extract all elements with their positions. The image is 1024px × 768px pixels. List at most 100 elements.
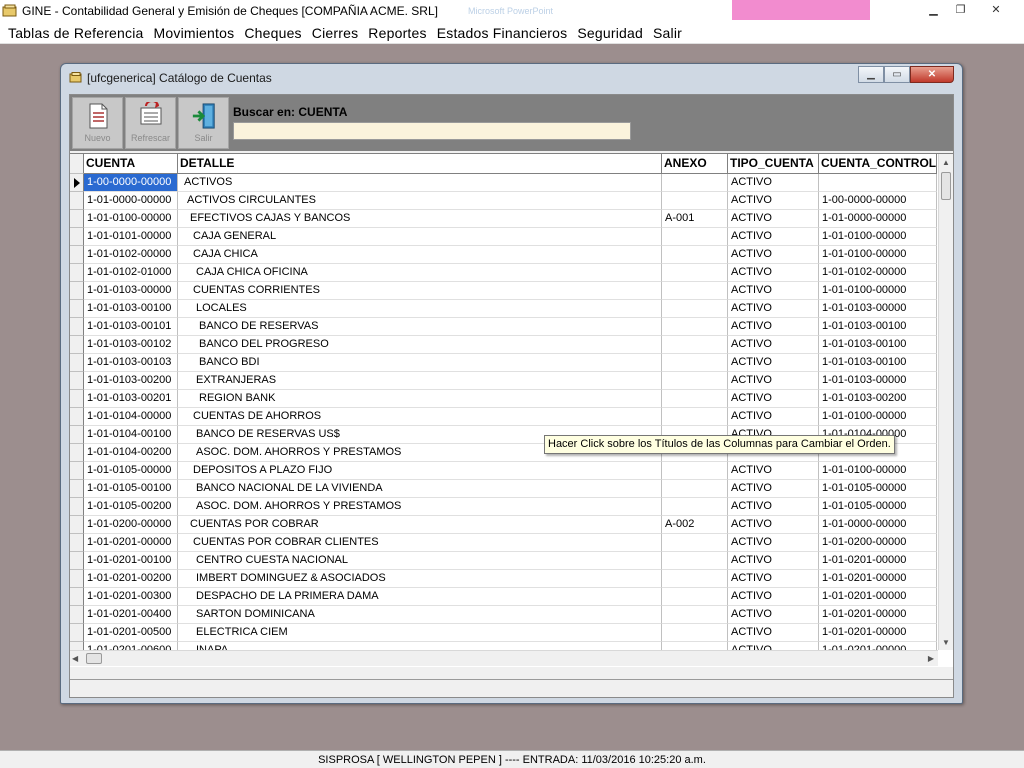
search-input[interactable] xyxy=(233,122,631,140)
column-header-tipo-cuenta[interactable]: TIPO_CUENTA xyxy=(728,154,819,174)
table-row[interactable]: 1-01-0201-00400 SARTON DOMINICANA ACTIVO 1-… xyxy=(70,606,937,624)
cell-tipo-cuenta[interactable]: ACTIVO xyxy=(728,246,819,264)
cell-cuenta[interactable]: 1-01-0103-00103 xyxy=(84,354,178,372)
cell-tipo-cuenta[interactable]: ACTIVO xyxy=(728,588,819,606)
cell-detalle[interactable]: ASOC. DOM. AHORROS Y PRESTAMOS xyxy=(178,498,662,516)
cell-anexo[interactable] xyxy=(662,606,728,624)
cell-anexo[interactable]: A-002 xyxy=(662,516,728,534)
cell-detalle[interactable]: IMBERT DOMINGUEZ & ASOCIADOS xyxy=(178,570,662,588)
cell-tipo-cuenta[interactable]: ACTIVO xyxy=(728,552,819,570)
cell-anexo[interactable] xyxy=(662,282,728,300)
cell-detalle[interactable]: CAJA GENERAL xyxy=(178,228,662,246)
cell-cuenta[interactable]: 1-01-0103-00100 xyxy=(84,300,178,318)
cell-detalle[interactable]: EXTRANJERAS xyxy=(178,372,662,390)
row-indicator[interactable] xyxy=(70,192,84,210)
cell-tipo-cuenta[interactable]: ACTIVO xyxy=(728,210,819,228)
cell-cuenta[interactable]: 1-01-0201-00300 xyxy=(84,588,178,606)
row-indicator[interactable] xyxy=(70,606,84,624)
table-row[interactable]: 1-01-0103-00102 BANCO DEL PROGRESO ACTIVO 1… xyxy=(70,336,937,354)
cell-anexo[interactable] xyxy=(662,174,728,192)
table-row[interactable]: 1-01-0201-00100 CENTRO CUESTA NACIONAL ACT… xyxy=(70,552,937,570)
cell-anexo[interactable] xyxy=(662,534,728,552)
table-row[interactable]: 1-01-0103-00201 REGION BANK ACTIVO 1-01-010… xyxy=(70,390,937,408)
cell-anexo[interactable] xyxy=(662,624,728,642)
cell-anexo[interactable] xyxy=(662,480,728,498)
cell-anexo[interactable] xyxy=(662,462,728,480)
cell-tipo-cuenta[interactable]: ACTIVO xyxy=(728,606,819,624)
table-row[interactable]: 1-01-0105-00100 BANCO NACIONAL DE LA VIVI… xyxy=(70,480,937,498)
row-indicator[interactable] xyxy=(70,534,84,552)
cell-cuenta[interactable]: 1-01-0103-00200 xyxy=(84,372,178,390)
menu-cheques[interactable]: Cheques xyxy=(244,25,301,41)
cell-tipo-cuenta[interactable]: ACTIVO xyxy=(728,570,819,588)
app-close-button[interactable]: ✕ xyxy=(974,1,1018,18)
child-close-button[interactable]: ✕ xyxy=(910,66,954,83)
cell-cuenta[interactable]: 1-01-0200-00000 xyxy=(84,516,178,534)
table-row[interactable]: 1-01-0103-00101 BANCO DE RESERVAS ACTIVO 1-… xyxy=(70,318,937,336)
cell-detalle[interactable]: REGION BANK xyxy=(178,390,662,408)
cell-cuenta-control[interactable]: 1-01-0100-00000 xyxy=(819,246,937,264)
cell-anexo[interactable] xyxy=(662,498,728,516)
cell-anexo[interactable] xyxy=(662,192,728,210)
cell-detalle[interactable]: BANCO DEL PROGRESO xyxy=(178,336,662,354)
scroll-up-arrow-icon[interactable]: ▲ xyxy=(939,154,953,170)
child-restore-button[interactable]: ▭ xyxy=(884,66,910,83)
cell-cuenta[interactable]: 1-01-0105-00100 xyxy=(84,480,178,498)
cell-detalle[interactable]: LOCALES xyxy=(178,300,662,318)
cell-tipo-cuenta[interactable]: ACTIVO xyxy=(728,480,819,498)
cell-cuenta-control[interactable]: 1-01-0103-00000 xyxy=(819,300,937,318)
cell-cuenta-control[interactable]: 1-01-0200-00000 xyxy=(819,534,937,552)
cell-detalle[interactable]: CUENTAS CORRIENTES xyxy=(178,282,662,300)
cell-cuenta-control[interactable]: 1-01-0105-00000 xyxy=(819,480,937,498)
cell-tipo-cuenta[interactable]: ACTIVO xyxy=(728,174,819,192)
cell-detalle[interactable]: CENTRO CUESTA NACIONAL xyxy=(178,552,662,570)
nuevo-button[interactable]: Nuevo xyxy=(72,97,123,149)
cell-cuenta[interactable]: 1-01-0102-00000 xyxy=(84,246,178,264)
cell-tipo-cuenta[interactable]: ACTIVO xyxy=(728,282,819,300)
cell-anexo[interactable] xyxy=(662,228,728,246)
row-indicator[interactable] xyxy=(70,228,84,246)
vertical-scroll-thumb[interactable] xyxy=(941,172,951,200)
cell-cuenta-control[interactable]: 1-01-0100-00000 xyxy=(819,408,937,426)
cell-cuenta-control[interactable]: 1-01-0201-00000 xyxy=(819,588,937,606)
table-row[interactable]: 1-01-0102-00000 CAJA CHICA ACTIVO 1-01-0100… xyxy=(70,246,937,264)
cell-detalle[interactable]: BANCO DE RESERVAS xyxy=(178,318,662,336)
cell-detalle[interactable]: BANCO BDI xyxy=(178,354,662,372)
cell-tipo-cuenta[interactable]: ACTIVO xyxy=(728,372,819,390)
cell-cuenta-control[interactable]: 1-01-0100-00000 xyxy=(819,282,937,300)
table-row[interactable]: 1-01-0201-00000 CUENTAS POR COBRAR CLIENT… xyxy=(70,534,937,552)
row-indicator[interactable] xyxy=(70,570,84,588)
menu-seguridad[interactable]: Seguridad xyxy=(577,25,643,41)
cell-cuenta[interactable]: 1-01-0104-00100 xyxy=(84,426,178,444)
cell-anexo[interactable] xyxy=(662,588,728,606)
cell-tipo-cuenta[interactable]: ACTIVO xyxy=(728,624,819,642)
cell-cuenta-control[interactable]: 1-00-0000-00000 xyxy=(819,192,937,210)
salir-button[interactable]: Salir xyxy=(178,97,229,149)
cell-cuenta[interactable]: 1-01-0105-00200 xyxy=(84,498,178,516)
menu-cierres[interactable]: Cierres xyxy=(312,25,359,41)
current-row-indicator-icon[interactable] xyxy=(70,174,84,192)
cell-cuenta[interactable]: 1-01-0103-00201 xyxy=(84,390,178,408)
cell-cuenta-control[interactable]: 1-01-0103-00000 xyxy=(819,372,937,390)
row-indicator[interactable] xyxy=(70,354,84,372)
app-minimize-button[interactable]: ▁ xyxy=(920,1,947,18)
cell-cuenta-control[interactable]: 1-01-0103-00100 xyxy=(819,336,937,354)
cell-anexo[interactable] xyxy=(662,264,728,282)
table-row[interactable]: 1-01-0102-01000 CAJA CHICA OFICINA ACTIVO 1… xyxy=(70,264,937,282)
cell-anexo[interactable] xyxy=(662,318,728,336)
cell-tipo-cuenta[interactable]: ACTIVO xyxy=(728,354,819,372)
cell-cuenta[interactable]: 1-01-0103-00101 xyxy=(84,318,178,336)
cell-detalle[interactable]: DEPOSITOS A PLAZO FIJO xyxy=(178,462,662,480)
cell-cuenta-control[interactable]: 1-01-0103-00200 xyxy=(819,390,937,408)
cell-cuenta[interactable]: 1-01-0103-00102 xyxy=(84,336,178,354)
cell-cuenta[interactable]: 1-01-0201-00500 xyxy=(84,624,178,642)
cell-cuenta[interactable]: 1-01-0104-00200 xyxy=(84,444,178,462)
cell-cuenta-control[interactable]: 1-01-0102-00000 xyxy=(819,264,937,282)
menu-movimientos[interactable]: Movimientos xyxy=(154,25,235,41)
cell-detalle[interactable]: ACTIVOS CIRCULANTES xyxy=(178,192,662,210)
row-indicator[interactable] xyxy=(70,210,84,228)
table-row[interactable]: 1-01-0201-00500 ELECTRICA CIEM ACTIVO 1-01-… xyxy=(70,624,937,642)
cell-cuenta[interactable]: 1-01-0201-00100 xyxy=(84,552,178,570)
cell-detalle[interactable]: EFECTIVOS CAJAS Y BANCOS xyxy=(178,210,662,228)
cell-detalle[interactable]: ACTIVOS xyxy=(178,174,662,192)
